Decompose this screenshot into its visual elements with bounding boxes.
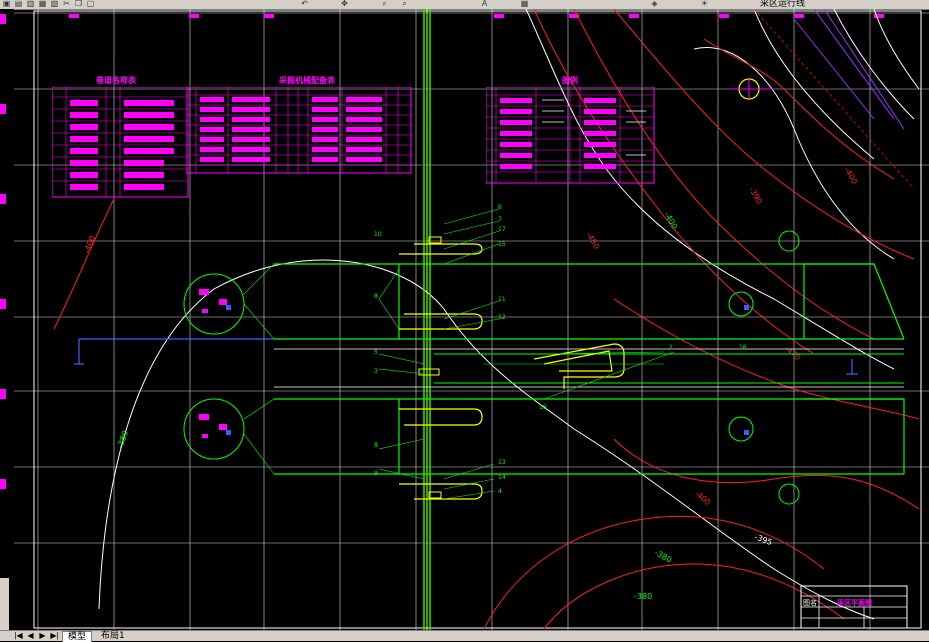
svg-text:3: 3 bbox=[374, 368, 378, 375]
tab-next-icon[interactable]: ▶ bbox=[38, 631, 47, 640]
publish-icon[interactable]: ▧ bbox=[50, 0, 59, 8]
svg-text:4: 4 bbox=[498, 488, 502, 495]
table-equipment bbox=[186, 87, 412, 174]
equipment-blue bbox=[226, 305, 749, 435]
svg-text:-390: -390 bbox=[747, 186, 764, 206]
zoom-icon[interactable]: ⌕ bbox=[380, 0, 389, 8]
cut-icon[interactable]: ✂ bbox=[62, 0, 71, 8]
vertical-scrollbar[interactable] bbox=[0, 578, 9, 630]
table-roadway bbox=[52, 87, 189, 198]
drawing-canvas[interactable]: -400 -380 -450 -400 -390 -380 -400 -395 … bbox=[14, 9, 929, 630]
tab-first-icon[interactable]: |◀ bbox=[14, 631, 23, 640]
print-icon[interactable]: ▥ bbox=[26, 0, 35, 8]
upper-panel bbox=[274, 263, 905, 340]
title-block-value: 采区平面图 bbox=[837, 599, 872, 607]
pan-icon[interactable]: ✥ bbox=[340, 0, 349, 8]
svg-text:5: 5 bbox=[374, 349, 378, 356]
layer-icon[interactable]: ◈ bbox=[650, 0, 659, 8]
svg-text:-450: -450 bbox=[584, 231, 601, 251]
equipment-circles bbox=[183, 230, 800, 505]
tab-prev-icon[interactable]: ◀ bbox=[26, 631, 35, 640]
svg-text:7: 7 bbox=[498, 216, 502, 223]
svg-text:-400: -400 bbox=[82, 235, 97, 255]
tab-last-icon[interactable]: ▶| bbox=[50, 631, 59, 640]
svg-text:-395: -395 bbox=[753, 532, 773, 547]
svg-text:15: 15 bbox=[498, 241, 506, 248]
title-block-label: 图名 bbox=[803, 599, 817, 607]
svg-text:13: 13 bbox=[498, 459, 506, 466]
fault-lines bbox=[793, 9, 905, 130]
text-style-icon[interactable]: A bbox=[480, 0, 489, 8]
svg-text:10: 10 bbox=[374, 231, 382, 238]
table-equipment-title: 采掘机械配备表 bbox=[279, 76, 335, 85]
layer-dropdown[interactable]: 采区运行线 bbox=[760, 0, 805, 9]
svg-text:9: 9 bbox=[374, 470, 378, 477]
ruler-tick bbox=[0, 104, 6, 114]
paste-icon[interactable]: ▢ bbox=[86, 0, 95, 8]
lower-panel bbox=[274, 398, 905, 475]
svg-text:-400: -400 bbox=[662, 211, 679, 231]
yellow-loops bbox=[399, 243, 625, 500]
svg-text:11: 11 bbox=[498, 296, 506, 303]
layer-state-icon[interactable]: ☀ bbox=[700, 0, 709, 8]
top-marks bbox=[69, 14, 884, 18]
ruler-tick bbox=[0, 194, 6, 204]
table-roadway-title: 巷道名称表 bbox=[96, 76, 136, 85]
equipment-marks bbox=[199, 289, 227, 438]
svg-text:12: 12 bbox=[498, 314, 506, 321]
svg-text:6: 6 bbox=[498, 204, 502, 211]
svg-text:-470: -470 bbox=[783, 344, 803, 363]
save-icon[interactable]: ▤ bbox=[14, 0, 23, 8]
left-ruler bbox=[0, 9, 14, 630]
ruler-tick bbox=[0, 479, 6, 489]
svg-text:8: 8 bbox=[374, 293, 378, 300]
zoom-window-icon[interactable]: ⌕ bbox=[400, 0, 409, 8]
svg-text:-380: -380 bbox=[115, 430, 130, 450]
table-legend bbox=[486, 87, 655, 184]
tab-model[interactable]: 模型 bbox=[62, 631, 93, 642]
svg-text:-400: -400 bbox=[693, 489, 713, 508]
ruler-tick bbox=[0, 299, 6, 309]
svg-text:-380: -380 bbox=[653, 548, 673, 565]
ruler-tick bbox=[0, 14, 6, 24]
copy-icon[interactable]: ❐ bbox=[74, 0, 83, 8]
svg-text:-380: -380 bbox=[634, 592, 652, 601]
svg-text:14: 14 bbox=[498, 474, 506, 481]
svg-text:8: 8 bbox=[374, 442, 378, 449]
layout-tabs: |◀ ◀ ▶ ▶| 模型 布局1 bbox=[0, 630, 929, 642]
open-icon[interactable]: ▣ bbox=[2, 0, 11, 8]
undo-icon[interactable]: ↶ bbox=[300, 0, 309, 8]
table-legend-title: 图例 bbox=[562, 76, 578, 85]
svg-text:18: 18 bbox=[539, 404, 547, 411]
preview-icon[interactable]: ▦ bbox=[38, 0, 47, 8]
svg-text:2: 2 bbox=[669, 344, 673, 351]
svg-text:17: 17 bbox=[498, 226, 506, 233]
properties-icon[interactable]: ▦ bbox=[520, 0, 529, 8]
svg-text:-400: -400 bbox=[842, 166, 859, 186]
svg-text:16: 16 bbox=[739, 344, 747, 351]
ruler-tick bbox=[0, 389, 6, 399]
middle-roadway-green bbox=[434, 353, 904, 384]
